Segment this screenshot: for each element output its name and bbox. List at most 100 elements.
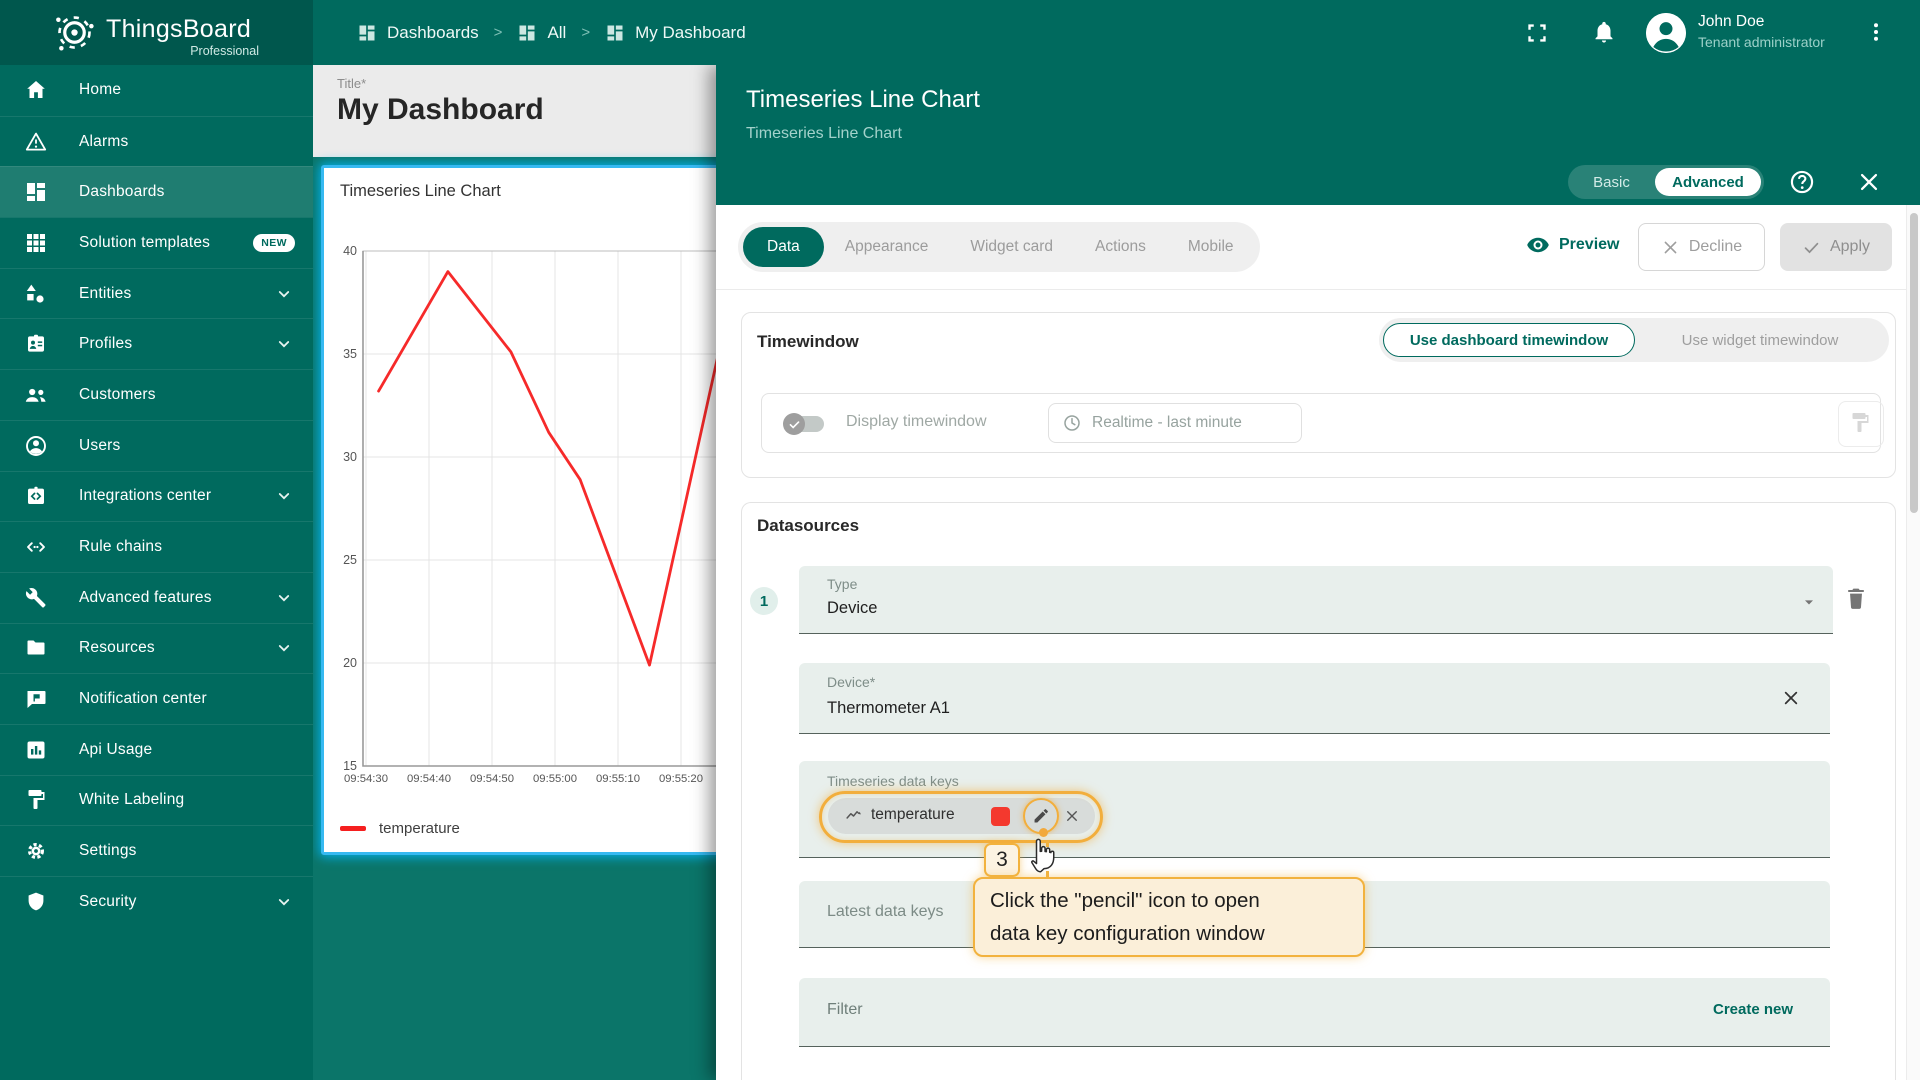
tab-actions[interactable]: Actions: [1074, 227, 1167, 267]
sidebar-item-integrations-center[interactable]: Integrations center: [0, 470, 313, 522]
decline-label: Decline: [1688, 238, 1743, 255]
dashboard-grid-icon: [517, 23, 537, 43]
sidebar-item-white-labeling[interactable]: White Labeling: [0, 774, 313, 826]
sidebar-item-notification-center[interactable]: Notification center: [0, 673, 313, 724]
sidebar-item-alarms[interactable]: Alarms: [0, 115, 313, 167]
logo-block[interactable]: ThingsBoard Professional: [0, 0, 313, 65]
timewindow-heading: Timewindow: [757, 332, 859, 351]
rule-chains-icon: [24, 535, 48, 559]
svg-text:20: 20: [343, 656, 357, 670]
latest-data-keys-label: Latest data keys: [827, 903, 944, 920]
user-role: Tenant administrator: [1698, 34, 1825, 50]
scrollbar-thumb[interactable]: [1910, 213, 1918, 513]
sidebar-item-label: Profiles: [79, 335, 133, 353]
dashboard-title-label: Title*: [337, 76, 367, 91]
sidebar-item-users[interactable]: Users: [0, 419, 313, 471]
breadcrumb-item-my-dashboard[interactable]: My Dashboard: [605, 23, 746, 43]
remove-key-icon[interactable]: [1064, 808, 1080, 824]
breadcrumb-separator: >: [581, 24, 591, 41]
sidebar-item-profiles[interactable]: Profiles: [0, 318, 313, 369]
tab-appearance[interactable]: Appearance: [824, 227, 950, 267]
sidebar-item-advanced-features[interactable]: Advanced features: [0, 571, 313, 623]
brand-title: ThingsBoard: [106, 15, 252, 43]
tab-widget-card[interactable]: Widget card: [949, 227, 1074, 267]
fullscreen-icon[interactable]: [1524, 20, 1550, 46]
timeseries-data-keys-field[interactable]: Timeseries data keys temperature: [799, 761, 1830, 858]
dashboard-grid-icon: [357, 23, 377, 43]
display-timewindow-switch[interactable]: [783, 413, 824, 435]
sidebar-item-label: Rule chains: [79, 538, 163, 556]
data-key-chip[interactable]: temperature: [828, 798, 1095, 834]
realtime-timewindow-button[interactable]: Realtime - last minute: [1048, 403, 1302, 443]
users-icon: [24, 434, 48, 458]
sidebar-item-entities[interactable]: Entities: [0, 267, 313, 319]
mode-advanced-button[interactable]: Advanced: [1655, 168, 1761, 196]
new-badge: NEW: [253, 233, 295, 252]
sidebar-item-resources[interactable]: Resources: [0, 622, 313, 674]
preview-button[interactable]: Preview: [1526, 233, 1619, 257]
sidebar-item-security[interactable]: Security: [0, 876, 313, 927]
datasources-section: Datasources 1 Type Device Device* Thermo…: [741, 502, 1896, 1080]
tutorial-tooltip: Click the "pencil" icon to open data key…: [973, 877, 1365, 957]
help-icon[interactable]: [1789, 169, 1815, 195]
close-icon[interactable]: [1856, 169, 1882, 195]
use-dashboard-timewindow-button[interactable]: Use dashboard timewindow: [1383, 323, 1635, 357]
create-new-link[interactable]: Create new: [1713, 1001, 1793, 1018]
breadcrumb-label: All: [547, 22, 567, 42]
kebab-menu-icon[interactable]: [1864, 20, 1888, 44]
chart-legend[interactable]: temperature: [340, 820, 460, 837]
breadcrumb-item-all[interactable]: All: [517, 23, 566, 43]
tab-data[interactable]: Data: [743, 227, 824, 267]
mode-basic-button[interactable]: Basic: [1568, 174, 1655, 191]
breadcrumb-item-dashboards[interactable]: Dashboards: [357, 23, 479, 43]
datasource-index-badge: 1: [750, 587, 778, 615]
notifications-bell-icon[interactable]: [1591, 19, 1617, 45]
svg-text:09:54:50: 09:54:50: [470, 773, 514, 785]
panel-header: Timeseries Line Chart Timeseries Line Ch…: [716, 65, 1920, 205]
sidebar-item-api-usage[interactable]: Api Usage: [0, 723, 313, 775]
decline-button[interactable]: Decline: [1638, 223, 1765, 271]
dashboard-title-bar: Title* My Dashboard: [313, 65, 716, 157]
timewindow-style-button[interactable]: [1838, 401, 1884, 447]
sidebar-item-settings[interactable]: Settings: [0, 825, 313, 876]
timeseries-widget[interactable]: Timeseries Line Chart 09:54:30 09:54:40 09…: [321, 165, 824, 855]
sidebar-item-label: Notification center: [79, 690, 207, 708]
dashboard-title-input[interactable]: My Dashboard: [337, 93, 544, 127]
sidebar-item-label: Home: [79, 81, 122, 99]
apply-button[interactable]: Apply: [1780, 223, 1892, 271]
sidebar-item-label: Customers: [79, 385, 156, 403]
switch-knob: [783, 413, 805, 435]
data-key-color-swatch[interactable]: [991, 806, 1010, 826]
svg-text:30: 30: [343, 450, 357, 464]
chevron-down-icon: [273, 485, 295, 507]
chevron-down-icon: [273, 891, 295, 913]
svg-text:35: 35: [343, 347, 357, 361]
scrollbar[interactable]: [1906, 205, 1920, 1080]
sidebar-item-customers[interactable]: Customers: [0, 369, 313, 420]
legend-label: temperature: [379, 820, 460, 837]
device-value: Thermometer A1: [827, 699, 950, 717]
sidebar-item-dashboards[interactable]: Dashboards: [0, 166, 313, 218]
sidebar-item-label: Advanced features: [79, 588, 212, 606]
use-widget-timewindow-button[interactable]: Use widget timewindow: [1635, 332, 1885, 349]
profiles-icon: [24, 332, 48, 356]
resources-icon: [24, 636, 48, 660]
alarm-icon: [24, 130, 48, 154]
tab-mobile[interactable]: Mobile: [1167, 227, 1255, 267]
eye-icon: [1526, 233, 1550, 257]
chevron-down-icon: [273, 283, 295, 305]
avatar[interactable]: [1646, 12, 1686, 53]
timewindow-section: Timewindow Use dashboard timewindow Use …: [741, 312, 1896, 478]
entities-icon: [24, 282, 48, 306]
sidebar-item-solution-templates[interactable]: Solution templates NEW: [0, 217, 313, 268]
datasource-type-select[interactable]: Type Device: [799, 566, 1833, 634]
delete-datasource-icon[interactable]: [1843, 585, 1869, 611]
dashboard-area: Title* My Dashboard Timeseries Line Char…: [313, 65, 824, 1080]
sidebar-item-rule-chains[interactable]: Rule chains: [0, 521, 313, 572]
clear-device-icon[interactable]: [1781, 688, 1801, 708]
device-field[interactable]: Device* Thermometer A1: [799, 663, 1830, 734]
apply-label: Apply: [1829, 238, 1871, 255]
realtime-label: Realtime - last minute: [1092, 414, 1242, 431]
sidebar-item-home[interactable]: Home: [0, 65, 313, 116]
filter-field[interactable]: Filter Create new: [799, 978, 1830, 1047]
